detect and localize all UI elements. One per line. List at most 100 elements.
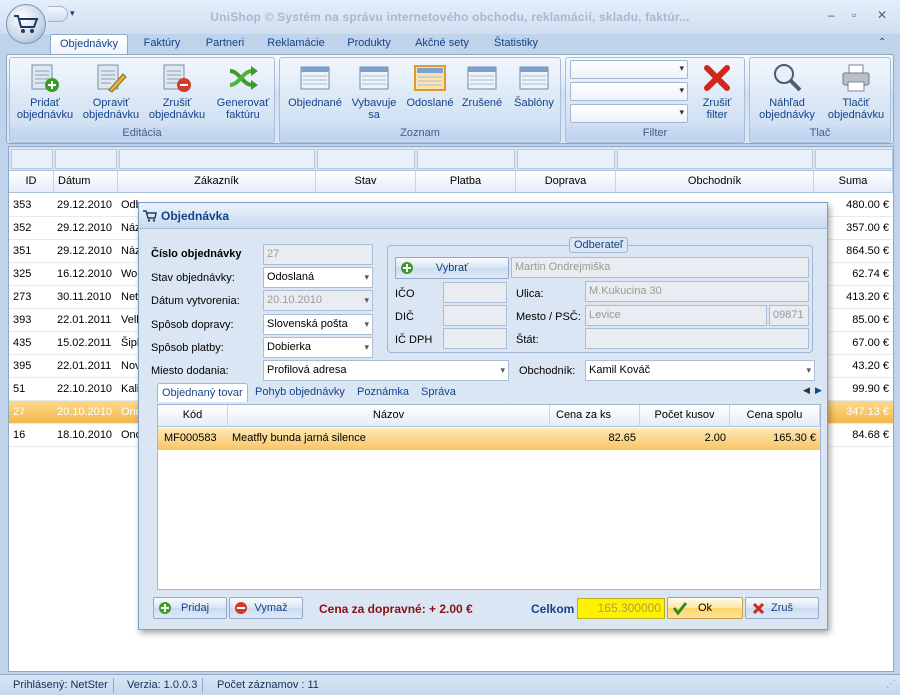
list-ordered-button[interactable]: Objednané [284, 62, 346, 109]
tab-reklamacie[interactable]: Reklamácie [263, 34, 329, 54]
item-nazov: Meatfly bunda jarná silence [232, 432, 366, 444]
tab-produkty[interactable]: Produkty [340, 34, 398, 54]
col-cena-spolu[interactable]: Cena spolu [730, 405, 820, 427]
print-preview-button[interactable]: Náhľad objednávky [752, 62, 822, 121]
shipping-method-select[interactable]: Slovenská pošta [263, 314, 373, 335]
list-sent-button[interactable]: Odoslané [402, 62, 458, 109]
col-kod[interactable]: Kód [158, 405, 228, 427]
tab-faktury[interactable]: Faktúry [136, 34, 188, 54]
payment-method-select[interactable]: Dobierka [263, 337, 373, 358]
col-obchodnik[interactable]: Obchodník [616, 171, 814, 193]
col-cena-ks[interactable]: Cena za ks [550, 405, 640, 427]
col-id[interactable]: ID [9, 171, 54, 193]
shipping-cost-text: Cena za dopravné: + 2.00 € [319, 602, 473, 616]
dialog-title-text: Objednávka [161, 209, 230, 223]
cancel-order-button[interactable]: Zrušiť objednávku [146, 62, 208, 121]
cell-id: 395 [13, 360, 32, 372]
list-templates-button[interactable]: Šablóny [508, 62, 560, 109]
cell-id: 16 [13, 429, 26, 441]
order-number-field[interactable]: 27 [263, 244, 373, 265]
add-order-button[interactable]: Pridať objednávku [14, 62, 76, 121]
created-date-field[interactable]: 20.10.2010 [263, 290, 373, 311]
list-processing-button[interactable]: Vybavuje sa [346, 62, 402, 121]
filter-cell-datum[interactable] [55, 149, 117, 169]
filter-cell-suma[interactable] [815, 149, 893, 169]
tab-akcne-sety[interactable]: Akčné sety [408, 34, 476, 54]
filter-cell-zakaznik[interactable] [119, 149, 315, 169]
filter-combo-1[interactable] [570, 60, 688, 79]
close-icon[interactable]: ✕ [877, 8, 887, 22]
col-doprava[interactable]: Doprava [516, 171, 616, 193]
country-field[interactable] [585, 328, 809, 349]
list-cancelled-button[interactable]: Zrušené [456, 62, 508, 109]
cell-date: 22.10.2010 [57, 383, 113, 395]
delete-item-button[interactable]: Vymaž [229, 597, 303, 619]
tab-scroll-right-icon[interactable]: ▶ [815, 385, 822, 396]
icdph-field[interactable] [443, 328, 507, 349]
ico-field[interactable] [443, 282, 507, 303]
tab-scroll-left-icon[interactable]: ◀ [803, 385, 810, 396]
title-bar: ▾ UniShop © Systém na správu internetové… [0, 0, 900, 34]
minimize-icon[interactable]: – [828, 8, 835, 22]
city-field[interactable]: Levice [585, 305, 767, 326]
shipping-method-label: Spôsob dopravy: [151, 319, 234, 331]
add-item-label: Pridaj [180, 602, 210, 614]
total-value: 165.300000 [577, 598, 665, 619]
ok-button[interactable]: Ok [667, 597, 743, 619]
resize-grip-icon[interactable]: ⋰ [886, 679, 896, 690]
print-order-button[interactable]: Tlačiť objednávku [822, 62, 890, 121]
street-field[interactable]: M.Kukucina 30 [585, 281, 809, 302]
filter-cell-doprava[interactable] [517, 149, 615, 169]
filter-cell-stav[interactable] [317, 149, 415, 169]
tab-message[interactable]: Správa [421, 383, 456, 402]
filter-cell-id[interactable] [11, 149, 53, 169]
col-pocet[interactable]: Počet kusov [640, 405, 730, 427]
cell-date: 29.12.2010 [57, 245, 113, 257]
tab-partneri[interactable]: Partneri [197, 34, 253, 54]
salesperson-label: Obchodník: [519, 365, 576, 377]
filter-combo-3[interactable] [570, 104, 688, 123]
maximize-icon[interactable]: ▫ [852, 8, 856, 22]
col-nazov[interactable]: Názov [228, 405, 550, 427]
col-zakaznik[interactable]: Zákazník [118, 171, 316, 193]
col-suma[interactable]: Suma [814, 171, 893, 193]
cancel-button[interactable]: Zruš [745, 597, 819, 619]
col-datum[interactable]: Dátum [54, 171, 118, 193]
ribbon-collapse-icon[interactable]: ⌃ [878, 37, 886, 48]
app-menu-button[interactable] [6, 4, 46, 44]
print-order-label-1: Tlačiť [842, 97, 870, 109]
zip-field[interactable]: 09871 [769, 305, 809, 326]
tab-objednavky[interactable]: Objednávky [50, 34, 128, 55]
print-order-label-2: objednávku [827, 109, 885, 121]
clear-filter-button[interactable]: Zrušiť filter [690, 62, 744, 121]
dic-field[interactable] [443, 305, 507, 326]
grid-filter-row [9, 147, 893, 171]
col-stav[interactable]: Stav [316, 171, 416, 193]
red-x-icon [704, 65, 730, 91]
filter-combo-2[interactable] [570, 82, 688, 101]
total-label: Celkom [531, 602, 575, 616]
tab-note[interactable]: Poznámka [357, 383, 409, 402]
generate-invoice-button[interactable]: Generovať faktúru [212, 62, 274, 121]
list-templates-label: Šablóny [514, 97, 554, 109]
cell-id: 351 [13, 245, 32, 257]
ribbon-tabs: Objednávky Faktúry Partneri Reklamácie P… [0, 34, 900, 55]
tab-statistiky[interactable]: Štatistiky [486, 34, 546, 54]
add-item-button[interactable]: Pridaj [153, 597, 227, 619]
edit-order-button[interactable]: Opraviť objednávku [80, 62, 142, 121]
salesperson-select[interactable]: Kamil Kováč [585, 360, 815, 381]
tab-ordered-items[interactable]: Objednaný tovar [157, 383, 248, 402]
delivery-place-select[interactable]: Profilová adresa [263, 360, 509, 381]
order-status-select[interactable]: Odoslaná [263, 267, 373, 288]
payment-method-label: Spôsob platby: [151, 342, 224, 354]
customer-name-field[interactable]: Martin Ondrejmiška [511, 257, 809, 278]
select-customer-button[interactable]: Vybrať [395, 257, 509, 279]
delivery-place-label: Miesto dodania: [151, 365, 229, 377]
filter-cell-obchodnik[interactable] [617, 149, 813, 169]
col-platba[interactable]: Platba [416, 171, 516, 193]
country-label: Štát: [516, 334, 539, 346]
shuffle-icon [229, 66, 258, 90]
filter-cell-platba[interactable] [417, 149, 515, 169]
tab-order-history[interactable]: Pohyb objednávky [255, 383, 345, 402]
item-row[interactable]: MF000583 Meatfly bunda jarná silence 82.… [158, 428, 820, 450]
